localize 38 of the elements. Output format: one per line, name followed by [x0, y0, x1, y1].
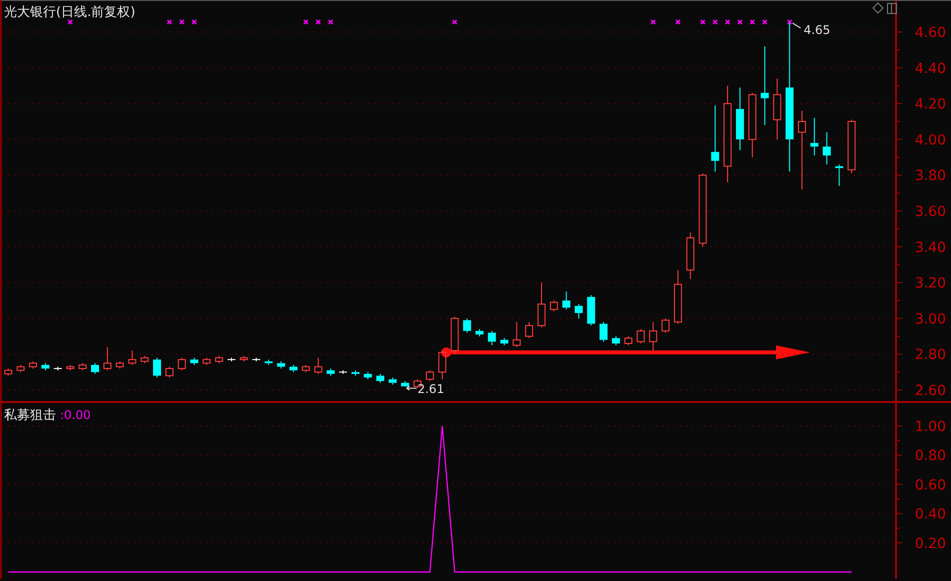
axis-label: 4.60: [914, 25, 946, 41]
candlestick: [711, 104, 720, 172]
axis-label: 2.60: [914, 383, 946, 399]
axis-label: 3.60: [914, 204, 946, 220]
candlestick: [736, 87, 744, 151]
leader-line: [406, 386, 417, 391]
axis-label: 0.60: [914, 477, 946, 494]
axis-label: 4.40: [914, 60, 946, 77]
axis-label: 3.40: [914, 240, 946, 256]
axis-label: 0.20: [914, 536, 946, 552]
window-icon[interactable]: [887, 3, 897, 14]
candlestick: [302, 364, 310, 373]
axis-label: 1.00: [914, 419, 946, 435]
indicator-name: 私募狙击: [4, 408, 56, 423]
candlestick: [748, 92, 756, 158]
axis-label: 3.00: [914, 311, 946, 328]
axis-label: 2.80: [914, 347, 946, 364]
leader-line: [792, 22, 802, 29]
candlestick: [450, 316, 459, 355]
price-label: 2.61: [418, 382, 444, 396]
axis-label: 3.20: [914, 276, 946, 292]
axis-label: 3.80: [914, 168, 946, 184]
axis-label: 4.20: [914, 96, 946, 113]
diamond-icon[interactable]: [872, 2, 884, 14]
chart-title: 光大银行(日线.前复权): [4, 5, 136, 20]
candlestick: [649, 321, 658, 352]
candlestick: [178, 357, 186, 371]
candlestick: [190, 357, 198, 366]
candlestick: [674, 270, 682, 324]
axis-label: 0.80: [914, 448, 946, 464]
axis-label: 4.00: [914, 132, 946, 148]
indicator-value: :0.00: [60, 408, 91, 422]
candlestick: [165, 366, 174, 378]
candlestick: [314, 357, 322, 374]
axis-label: 0.40: [914, 506, 946, 523]
candlestick: [326, 368, 335, 376]
price-label: 4.65: [804, 23, 830, 38]
candlestick: [66, 364, 74, 371]
